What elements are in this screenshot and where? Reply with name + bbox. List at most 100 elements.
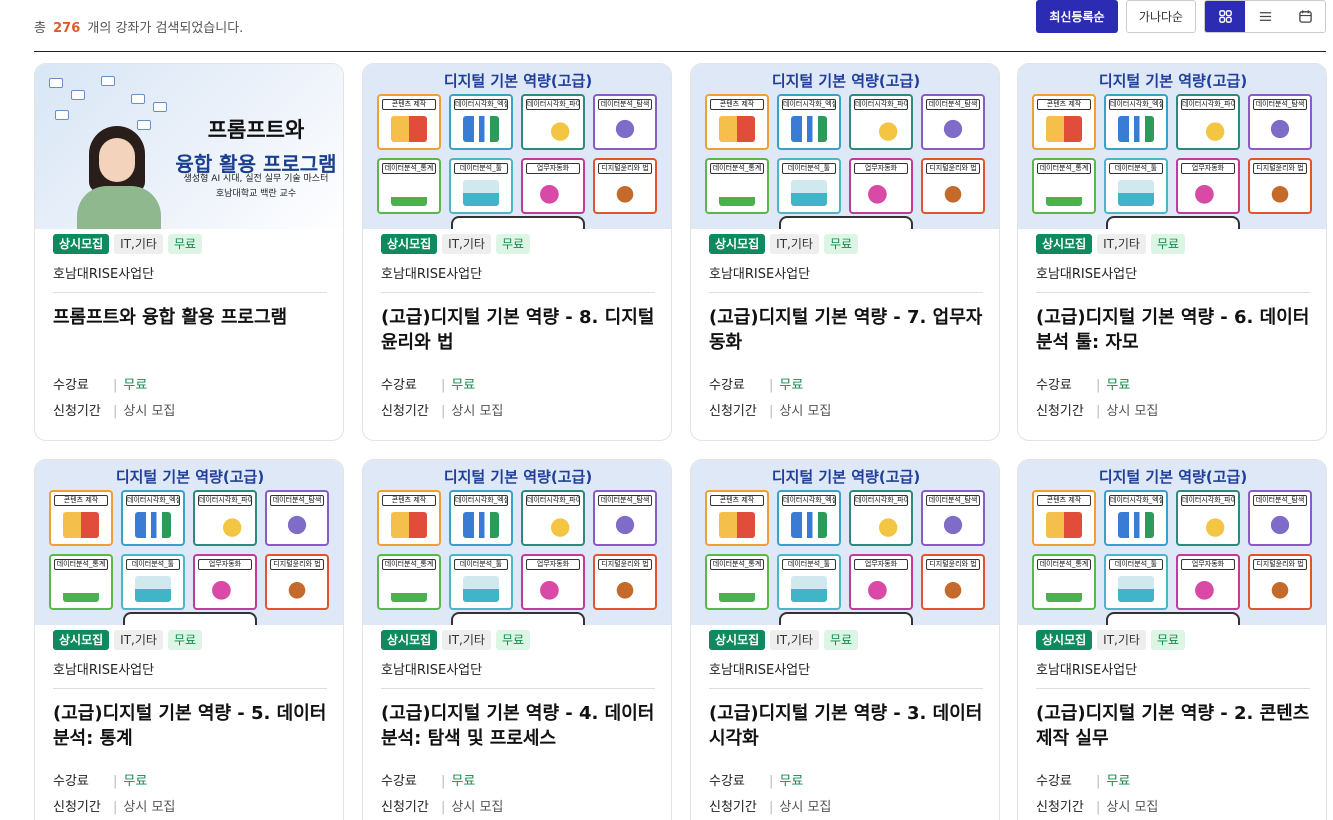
- course-title[interactable]: (고급)디지털 기본 역량 - 5. 데이터 분석: 통계: [53, 701, 327, 753]
- topic-tile: 데이터시각화_파이썬: [1176, 94, 1240, 150]
- sort-latest-button[interactable]: 최신등록순: [1036, 0, 1118, 33]
- topic-illustration: [63, 512, 99, 538]
- period-label: 신청기간: [53, 404, 101, 419]
- topic-illustration: [463, 116, 499, 142]
- topic-tile: 데이터분석_통계: [1032, 554, 1096, 610]
- topic-illustration: [791, 180, 827, 206]
- topic-illustration: [935, 180, 971, 206]
- topic-tile: 업무자동화: [849, 158, 913, 214]
- topic-tile: 데이터분석_탐색: [1248, 94, 1312, 150]
- topic-illustration: [535, 512, 571, 538]
- topic-tile: 데이터분석_탐색: [921, 94, 985, 150]
- category-badge: IT,기타: [770, 630, 819, 650]
- provider-name: 호남대RISE사업단: [381, 263, 655, 293]
- period-label: 신청기간: [709, 800, 757, 815]
- course-card[interactable]: 디지털 기본 역량(고급) 콘텐츠 제작데이터시각화_엑셀데이터시각화_파이썬데…: [690, 459, 1000, 820]
- status-badge: 상시모집: [709, 630, 766, 650]
- topic-illustration: [719, 180, 755, 206]
- period-value: 상시 모집: [1106, 404, 1159, 419]
- category-badge: IT,기타: [114, 234, 163, 254]
- course-thumbnail: 디지털 기본 역량(고급) 콘텐츠 제작데이터시각화_엑셀데이터시각화_파이썬데…: [691, 64, 999, 229]
- course-thumbnail: 프롬프트와 융합 활용 프로그램 생성형 AI 시대, 실전 실무 기술 마스터…: [35, 64, 343, 229]
- topic-tile: 콘텐츠 제작: [1032, 490, 1096, 546]
- provider-name: 호남대RISE사업단: [1036, 263, 1310, 293]
- course-title[interactable]: (고급)디지털 기본 역량 - 4. 데이터 분석: 탐색 및 프로세스: [381, 701, 655, 753]
- course-title[interactable]: (고급)디지털 기본 역량 - 3. 데이터시각화: [709, 701, 983, 753]
- fee-label: 수강료: [1036, 774, 1072, 789]
- free-badge: 무료: [495, 234, 531, 254]
- period-label: 신청기간: [381, 404, 429, 419]
- tag-row: 상시모집 IT,기타 무료: [1036, 234, 1310, 255]
- topic-illustration: [1190, 116, 1226, 142]
- count-prefix: 총: [34, 21, 46, 36]
- status-badge: 상시모집: [53, 630, 110, 650]
- course-card[interactable]: 디지털 기본 역량(고급) 콘텐츠 제작데이터시각화_엑셀데이터시각화_파이썬데…: [362, 63, 672, 441]
- category-badge: IT,기타: [442, 630, 491, 650]
- result-count: 총 276 개의 강좌가 검색되었습니다.: [34, 17, 243, 36]
- course-title[interactable]: (고급)디지털 기본 역량 - 2. 콘텐츠 제작 실무: [1036, 701, 1310, 753]
- list-view-button[interactable]: [1245, 1, 1285, 32]
- topic-illustration: [607, 116, 643, 142]
- grid-view-button[interactable]: [1205, 1, 1245, 32]
- fee-label: 수강료: [1036, 378, 1072, 393]
- course-title[interactable]: (고급)디지털 기본 역량 - 7. 업무자동화: [709, 305, 983, 357]
- topic-illustration: [1046, 576, 1082, 602]
- topic-tile: 데이터분석_통계: [1032, 158, 1096, 214]
- course-title[interactable]: (고급)디지털 기본 역량 - 8. 디지털 윤리와 법: [381, 305, 655, 357]
- course-card[interactable]: 디지털 기본 역량(고급) 콘텐츠 제작데이터시각화_엑셀데이터시각화_파이썬데…: [690, 63, 1000, 441]
- topic-tile: 디지털윤리와 법: [593, 554, 657, 610]
- topic-tile: 콘텐츠 제작: [705, 490, 769, 546]
- course-title[interactable]: (고급)디지털 기본 역량 - 6. 데이터 분석 툴: 자모: [1036, 305, 1310, 357]
- course-card[interactable]: 프롬프트와 융합 활용 프로그램 생성형 AI 시대, 실전 실무 기술 마스터…: [34, 63, 344, 441]
- topic-tile: 데이터분석_툴: [449, 158, 513, 214]
- thumbnail-title: 디지털 기본 역량(고급): [1098, 72, 1248, 90]
- count-suffix: 개의 강좌가 검색되었습니다.: [87, 21, 244, 36]
- topic-tile: 데이터분석_통계: [377, 554, 441, 610]
- calendar-view-button[interactable]: [1285, 1, 1325, 32]
- course-thumbnail: 디지털 기본 역량(고급) 콘텐츠 제작데이터시각화_엑셀데이터시각화_파이썬데…: [363, 64, 671, 229]
- topic-tile: 디지털윤리와 법: [921, 554, 985, 610]
- fee-label: 수강료: [709, 774, 745, 789]
- fee-value: 무료: [779, 378, 804, 393]
- fee-value: 무료: [451, 378, 476, 393]
- fee-value: 무료: [779, 774, 804, 789]
- period-label: 신청기간: [709, 404, 757, 419]
- topic-illustration: [135, 512, 171, 538]
- thumbnail-title: 디지털 기본 역량(고급): [771, 468, 921, 486]
- course-card[interactable]: 디지털 기본 역량(고급) 콘텐츠 제작데이터시각화_엑셀데이터시각화_파이썬데…: [34, 459, 344, 820]
- provider-name: 호남대RISE사업단: [1036, 659, 1310, 689]
- course-card[interactable]: 디지털 기본 역량(고급) 콘텐츠 제작데이터시각화_엑셀데이터시각화_파이썬데…: [1017, 63, 1327, 441]
- period-value: 상시 모집: [123, 404, 176, 419]
- status-badge: 상시모집: [381, 630, 438, 650]
- topic-tile: 데이터분석_툴: [449, 554, 513, 610]
- topic-tile: 콘텐츠 제작: [49, 490, 113, 546]
- course-thumbnail: 디지털 기본 역량(고급) 콘텐츠 제작데이터시각화_엑셀데이터시각화_파이썬데…: [35, 460, 343, 625]
- fee-label: 수강료: [381, 774, 417, 789]
- topic-illustration: [1262, 512, 1298, 538]
- topic-tile: 콘텐츠 제작: [377, 94, 441, 150]
- topic-tile: 디지털윤리와 법: [265, 554, 329, 610]
- course-card[interactable]: 디지털 기본 역량(고급) 콘텐츠 제작데이터시각화_엑셀데이터시각화_파이썬데…: [1017, 459, 1327, 820]
- topic-illustration: [535, 576, 571, 602]
- topic-illustration: [1046, 116, 1082, 142]
- topic-illustration: [863, 116, 899, 142]
- period-label: 신청기간: [1036, 800, 1084, 815]
- topic-illustration: [535, 116, 571, 142]
- topic-tile: 데이터시각화_엑셀: [449, 490, 513, 546]
- sort-alpha-button[interactable]: 가나다순: [1126, 0, 1196, 33]
- topic-tile: 콘텐츠 제작: [705, 94, 769, 150]
- fee-value: 무료: [123, 774, 148, 789]
- tag-row: 상시모집 IT,기타 무료: [53, 630, 327, 651]
- thumbnail-title: 디지털 기본 역량(고급): [771, 72, 921, 90]
- course-card[interactable]: 디지털 기본 역량(고급) 콘텐츠 제작데이터시각화_엑셀데이터시각화_파이썬데…: [362, 459, 672, 820]
- topic-illustration: [391, 512, 427, 538]
- topic-illustration: [1190, 576, 1226, 602]
- free-badge: 무료: [1150, 234, 1186, 254]
- status-badge: 상시모집: [709, 234, 766, 254]
- period-label: 신청기간: [53, 800, 101, 815]
- topic-tile: 데이터시각화_파이썬: [849, 94, 913, 150]
- category-badge: IT,기타: [1097, 234, 1146, 254]
- status-badge: 상시모집: [1036, 630, 1093, 650]
- course-title[interactable]: 프롬프트와 융합 활용 프로그램: [53, 305, 327, 357]
- tag-row: 상시모집 IT,기타 무료: [53, 234, 327, 255]
